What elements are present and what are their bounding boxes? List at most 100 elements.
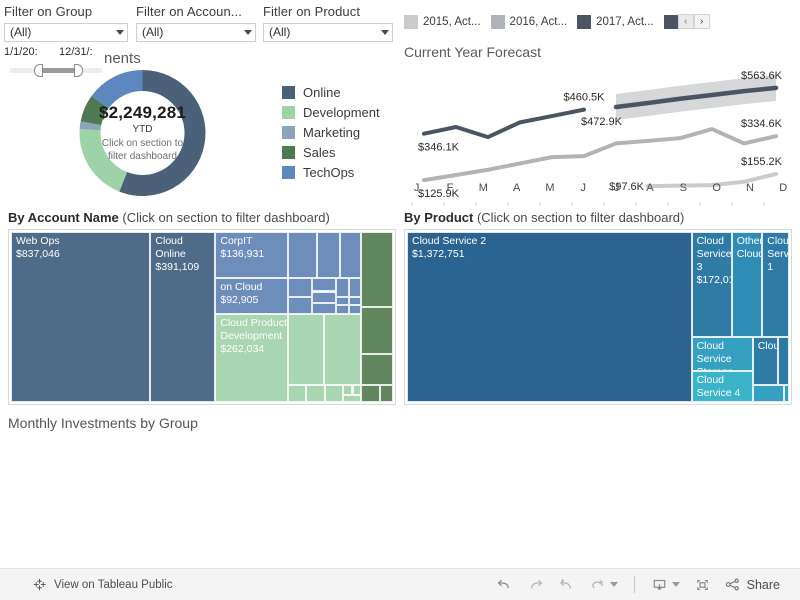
legend-label: Marketing xyxy=(303,124,361,140)
fullscreen-icon xyxy=(696,579,708,590)
treemap-tile[interactable]: Other Cloud xyxy=(731,232,763,338)
x-axis-tick: M xyxy=(545,182,555,194)
treemap-tile[interactable] xyxy=(336,296,350,306)
legend-swatch xyxy=(490,14,505,29)
treemap-tile[interactable] xyxy=(324,385,343,402)
chevron-down-icon xyxy=(244,30,252,35)
legend-label: TechOps xyxy=(303,164,355,180)
treemap-tile[interactable] xyxy=(352,385,361,396)
chevron-down-icon xyxy=(609,582,618,587)
treemap-tile[interactable]: Cloud Service 1 xyxy=(762,232,789,338)
treemap-tile[interactable]: Cloud Product Development $262,034 xyxy=(215,313,288,402)
treemap-tile[interactable] xyxy=(324,313,361,385)
treemap-tile[interactable]: Cloud xyxy=(752,337,778,385)
revert-button[interactable] xyxy=(551,572,582,598)
donut-legend-item[interactable]: Development xyxy=(282,102,380,122)
donut-segment[interactable] xyxy=(79,129,128,192)
treemap-account-canvas[interactable]: Web Ops $837,046 Cloud Online $391,109 Cor… xyxy=(11,232,393,402)
view-on-tableau-public-button[interactable]: View on Tableau Public xyxy=(32,577,173,592)
treemap-tile[interactable]: Cloud Online $391,109 xyxy=(150,232,216,402)
download-button[interactable] xyxy=(644,572,687,598)
treemap-tile[interactable] xyxy=(360,306,393,355)
treemap-tile[interactable] xyxy=(312,291,337,304)
treemap-tile[interactable] xyxy=(342,395,361,402)
legend-next-button[interactable]: › xyxy=(693,14,710,29)
toolbar-actions: Share xyxy=(489,572,784,598)
undo-button[interactable] xyxy=(489,572,520,598)
chevron-down-icon xyxy=(116,30,124,35)
fullscreen-button[interactable] xyxy=(687,572,718,598)
treemap-tile[interactable] xyxy=(349,305,361,314)
treemap-tile[interactable] xyxy=(349,296,361,306)
chevron-down-icon xyxy=(671,582,680,587)
data-label: $563.6K xyxy=(741,70,783,82)
treemap-tile[interactable]: Cloud Service 3 $172,011 xyxy=(691,232,732,338)
treemap-tile[interactable]: CorpIT $136,931 xyxy=(215,232,288,278)
forecast-legend: 2015, Act... 2016, Act... 2017, Act... ‹ › xyxy=(404,14,710,29)
treemap-tile[interactable] xyxy=(784,385,789,402)
line-series xyxy=(422,127,778,183)
legend-prev-button[interactable]: ‹ xyxy=(677,14,694,29)
treemap-product-canvas[interactable]: Cloud Service 2 $1,372,751 Cloud Service … xyxy=(407,232,789,402)
download-icon xyxy=(653,579,665,590)
filter-value: (All) xyxy=(269,25,291,39)
x-axis-tick: J xyxy=(613,182,620,194)
treemap-tile[interactable] xyxy=(316,232,340,278)
treemap-tile[interactable]: Cloud Service 2 $1,372,751 xyxy=(407,232,692,402)
forecast-legend-item[interactable]: 2015, Act... xyxy=(404,14,481,29)
filter-on-product-select[interactable]: (All) xyxy=(263,23,393,42)
donut-legend-item[interactable]: TechOps xyxy=(282,162,380,182)
treemap-tile[interactable]: Cloud Service Storage Service xyxy=(691,337,753,372)
filter-label: Filter on Group xyxy=(4,4,93,19)
treemap-tile[interactable] xyxy=(287,313,325,385)
treemap-tile[interactable] xyxy=(752,385,785,402)
tableau-logo-icon xyxy=(33,578,46,591)
redo-button[interactable] xyxy=(520,572,551,598)
slider-handle-left[interactable] xyxy=(34,64,43,77)
filter-label: Fitler on Product xyxy=(263,4,361,19)
donut-svg[interactable] xyxy=(55,68,230,198)
donut-chart[interactable]: $2,249,281 YTD Click on section to filte… xyxy=(55,68,230,198)
treemap-tile[interactable]: Cloud Service 4 $101,948 xyxy=(691,371,753,402)
treemap-tile[interactable] xyxy=(336,305,350,314)
treemap-tile[interactable] xyxy=(360,385,380,402)
treemap-tile[interactable] xyxy=(287,277,313,297)
treemap-tile[interactable] xyxy=(287,296,313,314)
forecast-legend-item[interactable]: 2016, Act... xyxy=(490,14,567,29)
treemap-tile[interactable] xyxy=(342,385,353,396)
treemap-tile[interactable] xyxy=(312,277,337,292)
treemap-tile[interactable] xyxy=(306,385,325,402)
treemap-tile[interactable] xyxy=(777,337,789,385)
treemap-tile-label: Cloud Online $391,109 xyxy=(155,235,200,273)
treemap-tile-label: Cloud Product Development $262,034 xyxy=(220,316,287,355)
share-button[interactable]: Share xyxy=(718,577,784,592)
x-axis-tick: M xyxy=(478,182,488,194)
data-label: $334.6K xyxy=(741,118,783,130)
treemap-tile[interactable] xyxy=(360,354,393,385)
treemap-tile[interactable] xyxy=(287,385,307,402)
donut-legend-item[interactable]: Online xyxy=(282,82,380,102)
filter-on-group-select[interactable]: (All) xyxy=(4,23,128,42)
treemap-tile[interactable] xyxy=(287,232,317,278)
data-label: $472.9K xyxy=(581,116,623,128)
donut-legend-item[interactable]: Sales xyxy=(282,142,380,162)
treemap-product-frame: Cloud Service 2 $1,372,751 Cloud Service … xyxy=(404,229,792,405)
refresh-button[interactable] xyxy=(582,572,625,598)
treemap-tile[interactable]: Web Ops $837,046 xyxy=(11,232,151,402)
treemap-tile[interactable] xyxy=(336,277,350,297)
filter-on-account-select[interactable]: (All) xyxy=(136,23,256,42)
treemap-tile[interactable] xyxy=(349,277,361,297)
treemap-tile[interactable] xyxy=(379,385,393,402)
treemap-tile[interactable] xyxy=(360,232,393,307)
treemap-product-header: By Product (Click on section to filter d… xyxy=(404,210,684,225)
donut-legend: Online Development Marketing Sales TechOps xyxy=(282,82,380,182)
legend-swatch xyxy=(577,14,592,29)
treemap-account-title: By Account Name xyxy=(8,210,119,225)
treemap-tile[interactable] xyxy=(312,303,337,314)
treemap-tile[interactable]: on Cloud $92,905 xyxy=(215,277,288,314)
x-axis-tick: J xyxy=(580,182,587,194)
donut-legend-item[interactable]: Marketing xyxy=(282,122,380,142)
forecast-legend-item[interactable]: 2017, Act... xyxy=(577,14,654,29)
treemap-tile[interactable] xyxy=(339,232,361,278)
x-axis-tick: A xyxy=(646,182,654,194)
